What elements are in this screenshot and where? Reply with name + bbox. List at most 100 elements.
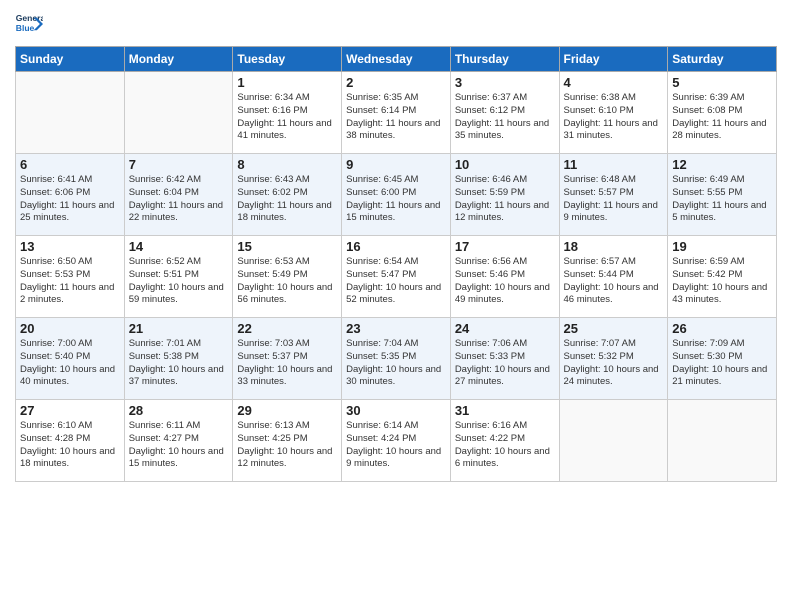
- day-cell: 6Sunrise: 6:41 AM Sunset: 6:06 PM Daylig…: [16, 154, 125, 236]
- day-cell: 20 Sunrise: 7:00 AM Sunset: 5:40 PM Dayli…: [16, 318, 125, 400]
- day-number: 4: [564, 75, 664, 90]
- day-cell: 30 Sunrise: 6:14 AM Sunset: 4:24 PM Dayli…: [342, 400, 451, 482]
- day-number: 5: [672, 75, 772, 90]
- col-header-friday: Friday: [559, 47, 668, 72]
- day-cell: 28 Sunrise: 6:11 AM Sunset: 4:27 PM Dayli…: [124, 400, 233, 482]
- calendar-table: SundayMondayTuesdayWednesdayThursdayFrid…: [15, 46, 777, 482]
- day-number: 18: [564, 239, 664, 254]
- day-info: Sunrise: 6:46 AM Sunset: 5:59 PM Dayligh…: [455, 174, 555, 225]
- day-info: Sunrise: 6:57 AM Sunset: 5:44 PM Dayligh…: [564, 256, 664, 307]
- week-row-4: 20 Sunrise: 7:00 AM Sunset: 5:40 PM Dayli…: [16, 318, 777, 400]
- day-number: 2: [346, 75, 446, 90]
- day-info: Sunrise: 7:09 AM Sunset: 5:30 PM Dayligh…: [672, 338, 772, 389]
- day-info: Sunrise: 6:48 AM Sunset: 5:57 PM Dayligh…: [564, 174, 664, 225]
- day-cell: 17 Sunrise: 6:56 AM Sunset: 5:46 PM Dayli…: [450, 236, 559, 318]
- day-number: 19: [672, 239, 772, 254]
- day-number: 8: [237, 157, 337, 172]
- week-row-2: 6Sunrise: 6:41 AM Sunset: 6:06 PM Daylig…: [16, 154, 777, 236]
- day-cell: [124, 72, 233, 154]
- page-container: General Blue SundayMondayTuesdayWednesda…: [0, 0, 792, 492]
- day-number: 13: [20, 239, 120, 254]
- day-info: Sunrise: 7:03 AM Sunset: 5:37 PM Dayligh…: [237, 338, 337, 389]
- day-cell: 18 Sunrise: 6:57 AM Sunset: 5:44 PM Dayli…: [559, 236, 668, 318]
- day-cell: [668, 400, 777, 482]
- day-info: Sunrise: 6:53 AM Sunset: 5:49 PM Dayligh…: [237, 256, 337, 307]
- day-cell: 31 Sunrise: 6:16 AM Sunset: 4:22 PM Dayli…: [450, 400, 559, 482]
- day-cell: 23 Sunrise: 7:04 AM Sunset: 5:35 PM Dayli…: [342, 318, 451, 400]
- day-info: Sunrise: 6:11 AM Sunset: 4:27 PM Dayligh…: [129, 420, 229, 471]
- logo-icon: General Blue: [15, 10, 43, 38]
- day-cell: 19Sunrise: 6:59 AM Sunset: 5:42 PM Dayli…: [668, 236, 777, 318]
- day-info: Sunrise: 6:35 AM Sunset: 6:14 PM Dayligh…: [346, 92, 446, 143]
- day-cell: 27 Sunrise: 6:10 AM Sunset: 4:28 PM Dayli…: [16, 400, 125, 482]
- day-cell: 1 Sunrise: 6:34 AM Sunset: 6:16 PM Daylig…: [233, 72, 342, 154]
- day-info: Sunrise: 6:14 AM Sunset: 4:24 PM Dayligh…: [346, 420, 446, 471]
- day-info: Sunrise: 6:49 AM Sunset: 5:55 PM Dayligh…: [672, 174, 772, 225]
- day-number: 29: [237, 403, 337, 418]
- day-info: Sunrise: 6:38 AM Sunset: 6:10 PM Dayligh…: [564, 92, 664, 143]
- day-number: 25: [564, 321, 664, 336]
- day-info: Sunrise: 7:00 AM Sunset: 5:40 PM Dayligh…: [20, 338, 120, 389]
- day-info: Sunrise: 6:37 AM Sunset: 6:12 PM Dayligh…: [455, 92, 555, 143]
- day-info: Sunrise: 6:52 AM Sunset: 5:51 PM Dayligh…: [129, 256, 229, 307]
- day-number: 28: [129, 403, 229, 418]
- week-row-5: 27 Sunrise: 6:10 AM Sunset: 4:28 PM Dayli…: [16, 400, 777, 482]
- day-number: 1: [237, 75, 337, 90]
- day-info: Sunrise: 6:50 AM Sunset: 5:53 PM Dayligh…: [20, 256, 120, 307]
- day-info: Sunrise: 6:16 AM Sunset: 4:22 PM Dayligh…: [455, 420, 555, 471]
- day-cell: 9 Sunrise: 6:45 AM Sunset: 6:00 PM Daylig…: [342, 154, 451, 236]
- day-cell: 7 Sunrise: 6:42 AM Sunset: 6:04 PM Daylig…: [124, 154, 233, 236]
- col-header-saturday: Saturday: [668, 47, 777, 72]
- day-number: 30: [346, 403, 446, 418]
- day-info: Sunrise: 7:01 AM Sunset: 5:38 PM Dayligh…: [129, 338, 229, 389]
- day-number: 10: [455, 157, 555, 172]
- day-info: Sunrise: 6:10 AM Sunset: 4:28 PM Dayligh…: [20, 420, 120, 471]
- day-number: 14: [129, 239, 229, 254]
- day-cell: 11 Sunrise: 6:48 AM Sunset: 5:57 PM Dayli…: [559, 154, 668, 236]
- day-info: Sunrise: 6:54 AM Sunset: 5:47 PM Dayligh…: [346, 256, 446, 307]
- day-number: 20: [20, 321, 120, 336]
- day-cell: 22 Sunrise: 7:03 AM Sunset: 5:37 PM Dayli…: [233, 318, 342, 400]
- page-header: General Blue: [15, 10, 777, 38]
- day-cell: 2 Sunrise: 6:35 AM Sunset: 6:14 PM Daylig…: [342, 72, 451, 154]
- day-number: 17: [455, 239, 555, 254]
- col-header-sunday: Sunday: [16, 47, 125, 72]
- day-info: Sunrise: 7:06 AM Sunset: 5:33 PM Dayligh…: [455, 338, 555, 389]
- day-cell: 15Sunrise: 6:53 AM Sunset: 5:49 PM Dayli…: [233, 236, 342, 318]
- day-number: 23: [346, 321, 446, 336]
- day-cell: 12Sunrise: 6:49 AM Sunset: 5:55 PM Dayli…: [668, 154, 777, 236]
- day-number: 22: [237, 321, 337, 336]
- day-cell: 3 Sunrise: 6:37 AM Sunset: 6:12 PM Daylig…: [450, 72, 559, 154]
- day-info: Sunrise: 6:43 AM Sunset: 6:02 PM Dayligh…: [237, 174, 337, 225]
- day-number: 26: [672, 321, 772, 336]
- day-cell: 4 Sunrise: 6:38 AM Sunset: 6:10 PM Daylig…: [559, 72, 668, 154]
- day-cell: 25 Sunrise: 7:07 AM Sunset: 5:32 PM Dayli…: [559, 318, 668, 400]
- day-cell: 26 Sunrise: 7:09 AM Sunset: 5:30 PM Dayli…: [668, 318, 777, 400]
- day-number: 31: [455, 403, 555, 418]
- day-number: 24: [455, 321, 555, 336]
- day-info: Sunrise: 7:07 AM Sunset: 5:32 PM Dayligh…: [564, 338, 664, 389]
- day-number: 11: [564, 157, 664, 172]
- day-number: 9: [346, 157, 446, 172]
- day-cell: 21Sunrise: 7:01 AM Sunset: 5:38 PM Dayli…: [124, 318, 233, 400]
- day-cell: 16 Sunrise: 6:54 AM Sunset: 5:47 PM Dayli…: [342, 236, 451, 318]
- day-number: 16: [346, 239, 446, 254]
- week-row-1: 1 Sunrise: 6:34 AM Sunset: 6:16 PM Daylig…: [16, 72, 777, 154]
- col-header-monday: Monday: [124, 47, 233, 72]
- day-info: Sunrise: 6:39 AM Sunset: 6:08 PM Dayligh…: [672, 92, 772, 143]
- day-info: Sunrise: 6:56 AM Sunset: 5:46 PM Dayligh…: [455, 256, 555, 307]
- day-info: Sunrise: 6:42 AM Sunset: 6:04 PM Dayligh…: [129, 174, 229, 225]
- day-info: Sunrise: 6:45 AM Sunset: 6:00 PM Dayligh…: [346, 174, 446, 225]
- day-number: 27: [20, 403, 120, 418]
- day-number: 3: [455, 75, 555, 90]
- day-cell: [559, 400, 668, 482]
- col-header-tuesday: Tuesday: [233, 47, 342, 72]
- day-info: Sunrise: 6:34 AM Sunset: 6:16 PM Dayligh…: [237, 92, 337, 143]
- week-row-3: 13 Sunrise: 6:50 AM Sunset: 5:53 PM Dayli…: [16, 236, 777, 318]
- day-cell: 5 Sunrise: 6:39 AM Sunset: 6:08 PM Daylig…: [668, 72, 777, 154]
- col-header-wednesday: Wednesday: [342, 47, 451, 72]
- day-cell: 24 Sunrise: 7:06 AM Sunset: 5:33 PM Dayli…: [450, 318, 559, 400]
- logo: General Blue: [15, 10, 43, 38]
- day-info: Sunrise: 7:04 AM Sunset: 5:35 PM Dayligh…: [346, 338, 446, 389]
- day-number: 7: [129, 157, 229, 172]
